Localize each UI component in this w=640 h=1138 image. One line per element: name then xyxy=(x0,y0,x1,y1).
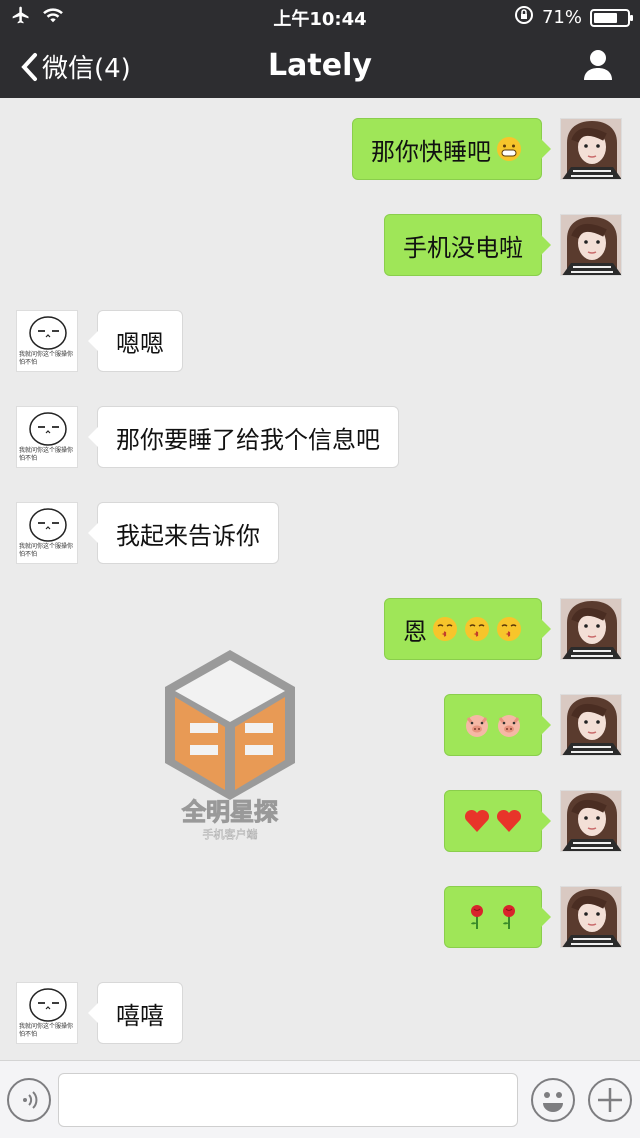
avatar-caption: 我就问你这个服操你怕不怕 xyxy=(19,351,74,366)
contact-avatar[interactable]: 我就问你这个服操你怕不怕 xyxy=(16,502,78,564)
rose-emoji xyxy=(495,903,523,931)
message-text: 嘻嘻 xyxy=(116,1001,164,1030)
message-row: 我就问你这个服操你怕不怕 嘻嘻 xyxy=(0,982,640,1046)
message-text: 我起来告诉你 xyxy=(116,521,260,550)
message-row: 手机没电啦 xyxy=(0,214,640,278)
avatar-caption: 我就问你这个服操你怕不怕 xyxy=(19,447,74,462)
my-avatar[interactable] xyxy=(560,790,622,852)
received-message-bubble[interactable]: 我起来告诉你 xyxy=(88,502,279,564)
received-message-bubble[interactable]: 嗯嗯 xyxy=(88,310,183,372)
input-bar xyxy=(0,1060,640,1138)
my-avatar[interactable] xyxy=(560,598,622,660)
pig-emoji xyxy=(463,711,491,739)
contact-avatar[interactable]: 我就问你这个服操你怕不怕 xyxy=(16,406,78,468)
plus-icon xyxy=(598,1088,622,1112)
avatar-caption: 我就问你这个服操你怕不怕 xyxy=(19,1023,74,1038)
sent-message-bubble[interactable] xyxy=(444,886,551,948)
message-row xyxy=(0,886,640,950)
kiss-emoji xyxy=(463,615,491,643)
more-button[interactable] xyxy=(588,1078,632,1122)
contact-avatar[interactable]: 我就问你这个服操你怕不怕 xyxy=(16,982,78,1044)
message-row: 我就问你这个服操你怕不怕 那你要睡了给我个信息吧 xyxy=(0,406,640,470)
battery-percent: 71% xyxy=(541,7,582,28)
received-message-bubble[interactable]: 那你要睡了给我个信息吧 xyxy=(88,406,399,468)
message-text: 那你快睡吧 xyxy=(371,137,491,166)
watermark-logo: 全明星探 手机客户端 xyxy=(160,645,300,845)
message-text: 那你要睡了给我个信息吧 xyxy=(116,425,380,454)
voice-icon xyxy=(23,1091,38,1109)
my-avatar[interactable] xyxy=(560,214,622,276)
message-row: 那你快睡吧 xyxy=(0,118,640,182)
message-row: 我就问你这个服操你怕不怕 嗯嗯 xyxy=(0,310,640,374)
contact-avatar[interactable]: 我就问你这个服操你怕不怕 xyxy=(16,310,78,372)
watermark-title: 全明星探 xyxy=(181,798,278,826)
chat-title: Lately xyxy=(268,48,372,83)
status-bar: 上午10:44 71% xyxy=(0,0,640,32)
kiss-emoji xyxy=(431,615,459,643)
message-row: 恩 xyxy=(0,598,640,662)
grin-emoji xyxy=(495,135,523,163)
smiley-icon xyxy=(543,1092,563,1112)
my-avatar[interactable] xyxy=(560,694,622,756)
heart-emoji xyxy=(495,807,523,835)
sent-message-bubble[interactable]: 手机没电啦 xyxy=(384,214,551,276)
pig-emoji xyxy=(495,711,523,739)
emoji-button[interactable] xyxy=(531,1078,575,1122)
watermark-subtitle: 手机客户端 xyxy=(203,827,258,841)
profile-icon[interactable] xyxy=(582,48,614,82)
my-avatar[interactable] xyxy=(560,118,622,180)
rose-emoji xyxy=(463,903,491,931)
battery-icon xyxy=(590,8,633,27)
sent-message-bubble[interactable] xyxy=(444,694,551,756)
orientation-lock-icon xyxy=(514,5,534,30)
nav-bar: 微信(4) Lately xyxy=(0,36,640,96)
sent-message-bubble[interactable]: 那你快睡吧 xyxy=(352,118,551,180)
sent-message-bubble[interactable]: 恩 xyxy=(384,598,551,660)
received-message-bubble[interactable]: 嘻嘻 xyxy=(88,982,183,1044)
voice-button[interactable] xyxy=(7,1078,51,1122)
message-text: 手机没电啦 xyxy=(403,233,523,262)
heart-emoji xyxy=(463,807,491,835)
message-text: 恩 xyxy=(403,617,427,646)
top-bar: 上午10:44 71% 微信(4) Lately xyxy=(0,0,640,98)
message-row xyxy=(0,694,640,758)
avatar-caption: 我就问你这个服操你怕不怕 xyxy=(19,543,74,558)
message-text: 嗯嗯 xyxy=(116,329,164,358)
sent-message-bubble[interactable] xyxy=(444,790,551,852)
message-row xyxy=(0,790,640,854)
chat-area[interactable]: 那你快睡吧 手机没电啦 我就问你这个服操你怕不怕 嗯嗯 我就问你这个服操你怕不怕 那你要睡… xyxy=(0,98,640,1060)
message-row: 我就问你这个服操你怕不怕 我起来告诉你 xyxy=(0,502,640,566)
message-input[interactable] xyxy=(58,1073,518,1127)
my-avatar[interactable] xyxy=(560,886,622,948)
kiss-emoji xyxy=(495,615,523,643)
